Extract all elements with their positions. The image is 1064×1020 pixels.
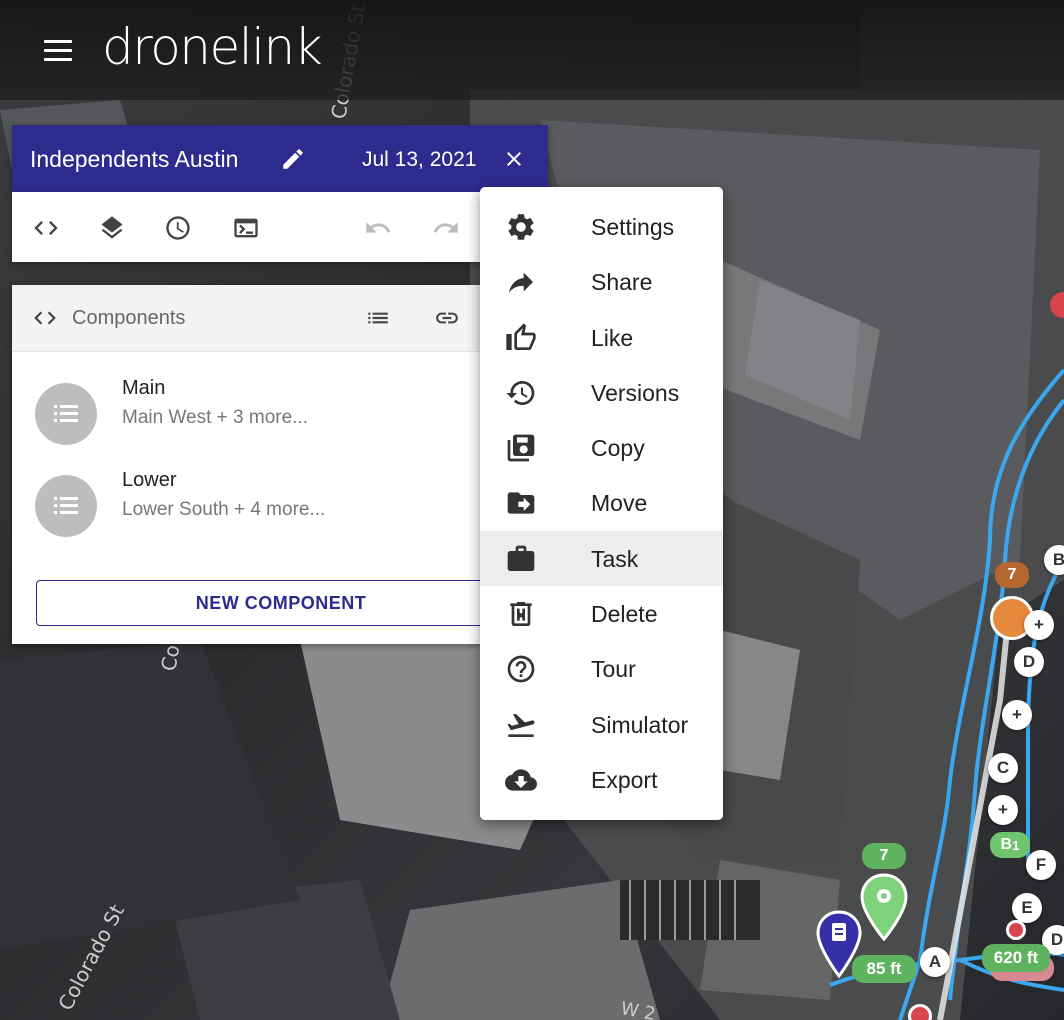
menu-label: Versions: [591, 379, 680, 406]
menu-item-tour[interactable]: Tour: [480, 641, 723, 696]
waypoint-marker[interactable]: E: [1012, 893, 1042, 923]
component-item-main[interactable]: Main Main West + 3 more...: [12, 365, 548, 455]
waypoint-marker[interactable]: D: [1014, 647, 1044, 677]
component-name: Lower: [122, 469, 177, 491]
layers-icon[interactable]: [98, 214, 126, 242]
badge-superscript: 1: [1012, 837, 1020, 853]
brand-logo[interactable]: dronelink: [102, 18, 323, 76]
terminal-icon[interactable]: [232, 214, 260, 242]
menu-item-simulator[interactable]: Simulator: [480, 697, 723, 752]
waypoint-marker[interactable]: +: [988, 795, 1018, 825]
menu-item-delete[interactable]: Delete: [480, 586, 723, 641]
list-icon[interactable]: [364, 305, 392, 331]
count-badge: B1: [990, 832, 1030, 858]
plan-date: Jul 13, 2021: [362, 148, 477, 171]
share-icon: [509, 272, 533, 293]
menu-item-task[interactable]: Task: [480, 530, 723, 587]
link-icon[interactable]: [432, 305, 462, 331]
components-panel: Components Main Main West + 3 more... Lo…: [12, 285, 548, 644]
trash-icon: [510, 602, 532, 627]
menu-label: Delete: [591, 601, 658, 628]
pencil-icon[interactable]: [280, 146, 306, 172]
menu-label: Simulator: [591, 711, 689, 738]
takeoff-icon: [507, 713, 535, 737]
waypoint-marker[interactable]: +: [1024, 610, 1054, 640]
waypoint-marker[interactable]: C: [988, 753, 1018, 783]
components-header: Components: [12, 285, 548, 352]
save-copy-icon: [507, 434, 535, 462]
count-badge: 7: [862, 843, 906, 869]
plan-header: Independents Austin Jul 13, 2021: [12, 125, 548, 192]
new-component-button[interactable]: NEW COMPONENT: [36, 580, 526, 626]
waypoint-marker[interactable]: F: [1026, 850, 1056, 880]
menu-hamburger-icon[interactable]: [44, 40, 74, 62]
menu-label: Share: [591, 269, 653, 296]
distance-label: 620 ft: [982, 944, 1050, 972]
list-icon: [54, 405, 78, 422]
menu-label: Tour: [591, 656, 636, 683]
menu-item-export[interactable]: Export: [480, 752, 723, 807]
menu-label: Settings: [591, 214, 675, 240]
clock-icon[interactable]: [164, 214, 192, 242]
undo-icon[interactable]: [364, 214, 392, 242]
menu-label: Task: [591, 545, 639, 572]
badge-label: B: [1000, 836, 1013, 853]
component-avatar: [35, 475, 97, 537]
street-label: Co: [156, 643, 184, 673]
close-icon[interactable]: [502, 147, 526, 171]
thumb-up-icon: [506, 322, 536, 350]
plan-actions-menu: Settings Share Like Versions Copy Move T…: [480, 187, 723, 820]
menu-label: Like: [591, 324, 634, 351]
plan-toolbar: [12, 192, 548, 262]
list-icon: [54, 497, 78, 514]
menu-item-settings[interactable]: Settings: [480, 199, 723, 254]
gear-icon: [508, 214, 534, 240]
folder-move-icon: [507, 492, 535, 515]
menu-label: Export: [591, 766, 658, 793]
menu-label: Move: [591, 490, 648, 517]
component-name: Main: [122, 377, 166, 399]
menu-label: Copy: [591, 435, 645, 462]
menu-item-versions[interactable]: Versions: [480, 365, 723, 420]
redo-icon[interactable]: [432, 214, 460, 242]
count-badge: 7: [995, 562, 1029, 588]
code-icon[interactable]: [32, 214, 60, 242]
components-title: Components: [72, 307, 186, 329]
component-subtitle: Main West + 3 more...: [122, 407, 309, 428]
menu-item-like[interactable]: Like: [480, 310, 723, 365]
top-bar: dronelink: [0, 0, 1064, 100]
briefcase-icon: [507, 545, 535, 571]
red-marker-icon[interactable]: [1006, 920, 1026, 940]
component-avatar: [35, 383, 97, 445]
plan-title: Independents Austin: [30, 146, 239, 172]
distance-label: 85 ft: [852, 955, 916, 983]
green-location-pin-icon[interactable]: [860, 873, 908, 941]
history-icon: [506, 380, 535, 405]
menu-item-copy[interactable]: Copy: [480, 420, 723, 475]
component-subtitle: Lower South + 4 more...: [122, 499, 326, 520]
code-icon: [34, 311, 56, 325]
waypoint-marker[interactable]: A: [920, 947, 950, 977]
waypoint-marker[interactable]: +: [1002, 700, 1032, 730]
menu-item-share[interactable]: Share: [480, 254, 723, 309]
menu-item-move[interactable]: Move: [480, 475, 723, 530]
help-icon: [507, 656, 535, 683]
component-item-lower[interactable]: Lower Lower South + 4 more...: [12, 457, 548, 547]
cloud-download-icon: [505, 769, 537, 791]
